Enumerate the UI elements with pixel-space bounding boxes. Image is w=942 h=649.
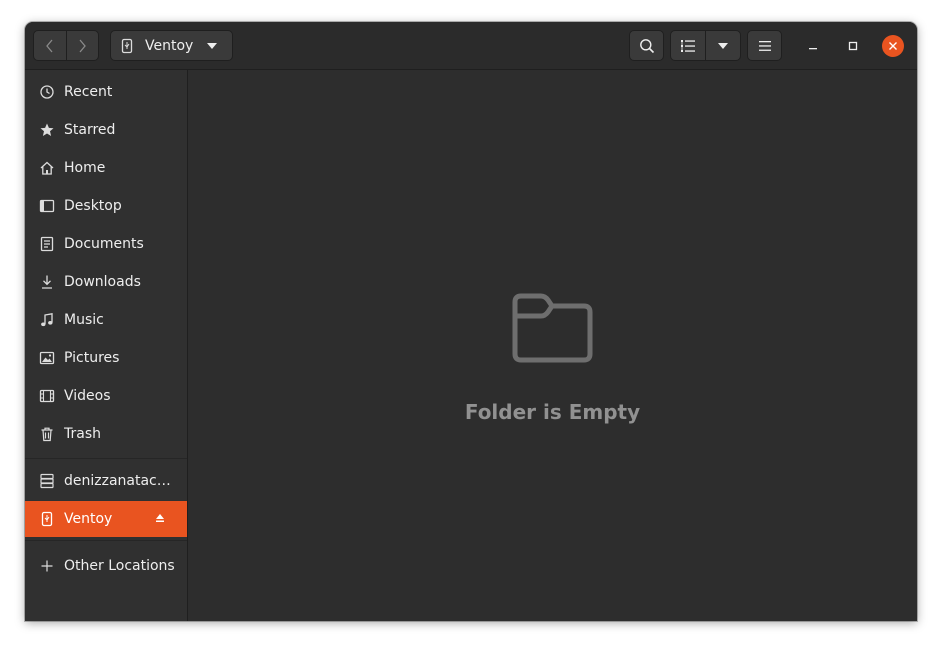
search-button[interactable] xyxy=(629,30,664,61)
sidebar-item-label: Trash xyxy=(64,426,101,442)
list-view-icon xyxy=(681,39,695,52)
clock-icon xyxy=(38,83,56,101)
sidebar-item-label: Music xyxy=(64,312,104,328)
caret-down-icon xyxy=(718,42,728,49)
picture-icon xyxy=(38,349,56,367)
sidebar-separator xyxy=(25,458,187,459)
home-icon xyxy=(38,159,56,177)
eject-icon[interactable] xyxy=(155,511,165,527)
chevron-right-icon xyxy=(79,39,87,52)
document-icon xyxy=(38,235,56,253)
sidebar-item-label: denizzanatac… xyxy=(64,473,171,489)
view-buttons xyxy=(670,30,741,61)
sidebar-item-starred[interactable]: Starred xyxy=(25,112,187,148)
sidebar-item-videos[interactable]: Videos xyxy=(25,378,187,414)
sidebar-item-home[interactable]: Home xyxy=(25,150,187,186)
sidebar-item-label: Videos xyxy=(64,388,111,404)
star-icon xyxy=(38,121,56,139)
usb-icon xyxy=(121,38,133,53)
sidebar: Recent Starred Home Desktop Documents Do… xyxy=(25,70,188,621)
sidebar-item-recent[interactable]: Recent xyxy=(25,74,187,110)
sidebar-item-label: Downloads xyxy=(64,274,141,290)
file-view[interactable]: Folder is Empty xyxy=(188,70,917,621)
search-icon xyxy=(639,38,654,53)
sidebar-item-label: Home xyxy=(64,160,106,176)
drive-icon xyxy=(38,472,56,490)
list-view-button[interactable] xyxy=(671,31,705,60)
back-button[interactable] xyxy=(34,31,66,60)
sidebar-item-label: Recent xyxy=(64,84,113,100)
chevron-left-icon xyxy=(45,39,53,52)
video-icon xyxy=(38,387,56,405)
header-bar: Ventoy xyxy=(25,22,917,70)
trash-icon xyxy=(38,425,56,443)
plus-icon xyxy=(38,557,56,575)
minimize-button[interactable] xyxy=(802,35,824,57)
menu-button[interactable] xyxy=(747,30,782,61)
sidebar-item-label: Documents xyxy=(64,236,144,252)
sidebar-item-pictures[interactable]: Pictures xyxy=(25,340,187,376)
sidebar-item-label: Desktop xyxy=(64,198,122,214)
sidebar-item-desktop[interactable]: Desktop xyxy=(25,188,187,224)
sidebar-item-trash[interactable]: Trash xyxy=(25,416,187,452)
path-bar-button[interactable]: Ventoy xyxy=(110,30,233,61)
close-icon xyxy=(889,42,897,50)
empty-folder-message: Folder is Empty xyxy=(464,400,641,424)
hamburger-menu-icon xyxy=(758,40,771,51)
desktop-icon xyxy=(38,197,56,215)
folder-icon xyxy=(512,293,593,363)
path-bar-label: Ventoy xyxy=(145,37,194,54)
sidebar-separator xyxy=(25,540,187,541)
sidebar-item-label: Other Locations xyxy=(64,558,175,574)
sidebar-item-other-locations[interactable]: Other Locations xyxy=(25,548,187,584)
forward-button[interactable] xyxy=(65,31,99,60)
usb-icon xyxy=(38,510,56,528)
minimize-icon xyxy=(809,48,817,50)
sidebar-item-ventoy[interactable]: Ventoy xyxy=(25,501,187,537)
sidebar-item-label: Starred xyxy=(64,122,116,138)
sidebar-item-label: Pictures xyxy=(64,350,120,366)
navigation-buttons xyxy=(33,30,99,61)
sidebar-item-downloads[interactable]: Downloads xyxy=(25,264,187,300)
close-button[interactable] xyxy=(882,35,904,57)
download-icon xyxy=(38,273,56,291)
maximize-button[interactable] xyxy=(842,35,864,57)
maximize-icon xyxy=(848,41,858,51)
caret-down-icon xyxy=(207,42,218,49)
music-icon xyxy=(38,311,56,329)
sidebar-item-documents[interactable]: Documents xyxy=(25,226,187,262)
view-options-button[interactable] xyxy=(705,31,740,60)
sidebar-item-music[interactable]: Music xyxy=(25,302,187,338)
sidebar-item-label: Ventoy xyxy=(64,511,113,527)
sidebar-item-drive[interactable]: denizzanatac… xyxy=(25,463,187,499)
file-manager-window: Ventoy Recent Starred Home Desktop Docum… xyxy=(25,22,917,621)
